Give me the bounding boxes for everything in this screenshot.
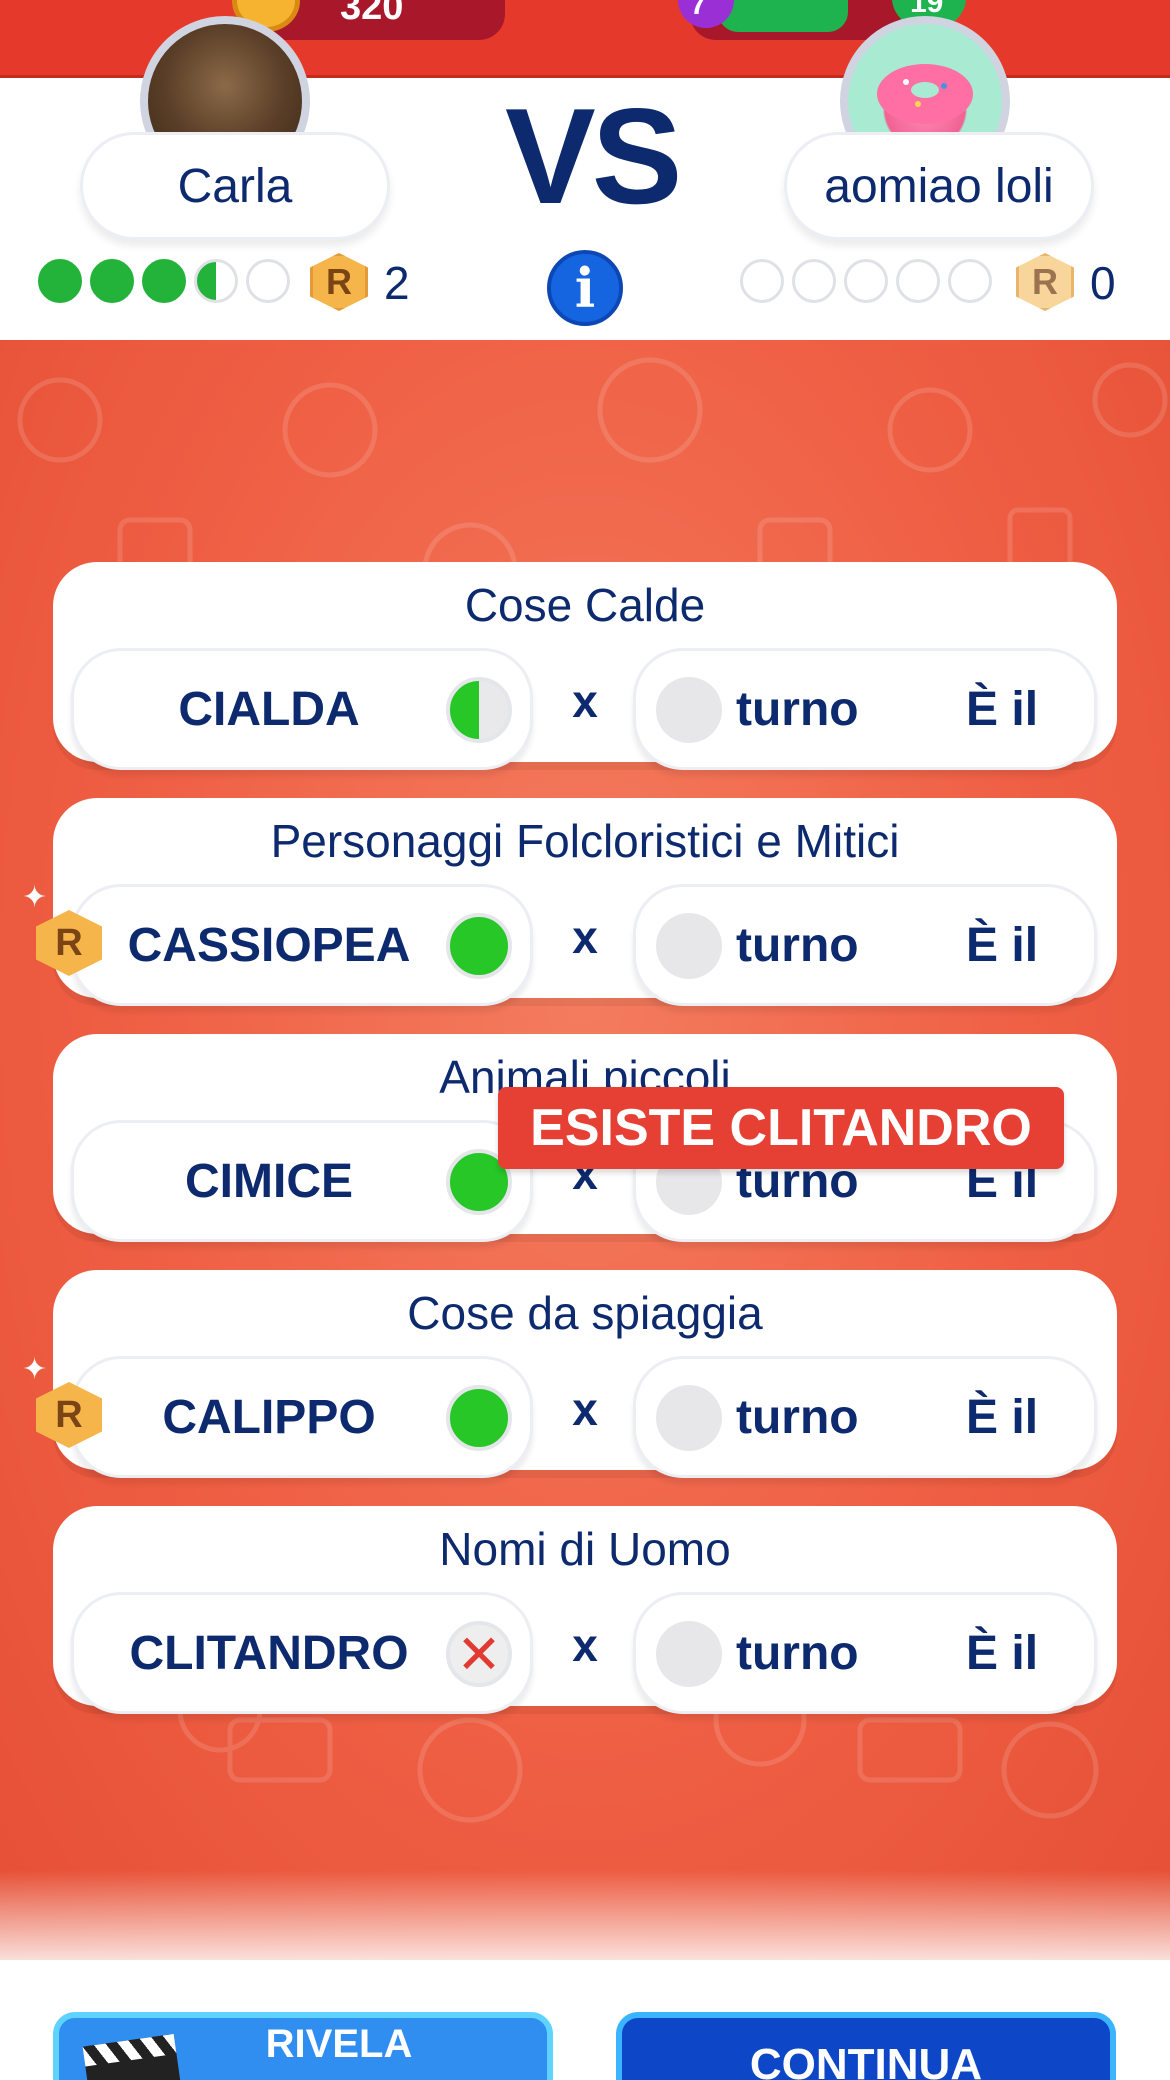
opponent-prefix-text: È il: [966, 1626, 1039, 1680]
powerup-small-value: 7: [690, 0, 707, 21]
progress-dot: [844, 259, 888, 303]
opponent-turn-text: turno: [736, 1626, 859, 1680]
opponent-prefix-text: È il: [966, 1390, 1039, 1444]
half-correct-icon: [446, 677, 512, 743]
progress-dot: [90, 259, 134, 303]
powerup-bar: [718, 0, 848, 32]
round-card: Cose Calde CIALDA x turno È il: [53, 562, 1117, 770]
category-title: Cose da spiaggia: [407, 1287, 763, 1339]
opponent-turn-text: turno: [736, 682, 859, 736]
answer-word: CIMICE: [185, 1154, 353, 1208]
round-card: Personaggi Folcloristici e Mitici CASSIO…: [53, 798, 1117, 1006]
versus-separator: x: [572, 911, 598, 963]
opponent-answer: turno È il: [633, 648, 1097, 770]
pending-icon: [656, 913, 722, 979]
opponent-prefix-text: È il: [966, 682, 1039, 736]
opponent-turn-text: turno: [736, 918, 859, 972]
progress-dot: [246, 259, 290, 303]
versus-separator: x: [572, 675, 598, 727]
answer-word: CALIPPO: [162, 1390, 376, 1444]
category-title: Cose Calde: [464, 579, 706, 631]
progress-dot: [740, 259, 784, 303]
opponent-answer: turno È il: [633, 1356, 1097, 1478]
reveal-button-label: RIVELA: [265, 2022, 413, 2066]
pending-icon: [656, 1385, 722, 1451]
sparkle-icon: ✦: [22, 1353, 48, 1386]
reveal-button[interactable]: RIVELA: [53, 2012, 553, 2080]
my-answer[interactable]: CASSIOPEA: [71, 884, 533, 1006]
progress-dot: [792, 259, 836, 303]
progress-dot: [142, 259, 186, 303]
answer-word: CIALDA: [178, 682, 360, 736]
continue-button-label: CONTINUA: [749, 2040, 983, 2080]
pending-icon: [656, 1621, 722, 1687]
vs-label: VS: [505, 80, 682, 232]
correct-icon: [446, 913, 512, 979]
wrong-icon: ✕: [446, 1621, 512, 1687]
answer-word: CLITANDRO: [129, 1626, 409, 1680]
category-title: Nomi di Uomo: [439, 1523, 731, 1575]
progress-dot: [194, 259, 238, 303]
info-button[interactable]: i: [547, 250, 623, 326]
r-bonus-icon: R: [310, 253, 368, 311]
player-right-name: aomiao loli: [784, 132, 1094, 240]
my-answer[interactable]: CALIPPO: [71, 1356, 533, 1478]
opponent-answer: turno È il: [633, 1592, 1097, 1714]
opponent-answer: turno È il: [633, 884, 1097, 1006]
answer-word: CASSIOPEA: [127, 918, 411, 972]
progress-dot: [896, 259, 940, 303]
correct-icon: [446, 1385, 512, 1451]
versus-separator: x: [572, 1619, 598, 1671]
my-answer[interactable]: CIMICE: [71, 1120, 533, 1242]
progress-dot: [38, 259, 82, 303]
player-right-score: 0: [1090, 257, 1116, 309]
sparkle-icon: ✦: [22, 881, 48, 914]
continue-button[interactable]: CONTINUA: [616, 2012, 1116, 2080]
round-card: Nomi di Uomo CLITANDRO ✕ x turno È il: [53, 1506, 1117, 1714]
coin-value: 320: [340, 0, 404, 28]
pending-icon: [656, 677, 722, 743]
opponent-prefix-text: È il: [966, 918, 1039, 972]
player-left-name: Carla: [80, 132, 390, 240]
feedback-toast: ESISTE CLITANDRO: [498, 1087, 1064, 1169]
bottom-actions: RIVELA CONTINUA: [0, 1960, 1170, 2080]
category-title: Personaggi Folcloristici e Mitici: [270, 815, 900, 867]
match-header: Carla aomiao loli VS R 2 i R 0: [0, 16, 1170, 340]
my-answer[interactable]: CLITANDRO ✕: [71, 1592, 533, 1714]
opponent-turn-text: turno: [736, 1390, 859, 1444]
player-left-score: 2: [384, 257, 410, 309]
versus-separator: x: [572, 1383, 598, 1435]
clapperboard-icon: [82, 2033, 184, 2080]
progress-dot: [948, 259, 992, 303]
player-left-progress: [38, 259, 290, 303]
r-bonus-icon: R: [1016, 253, 1074, 311]
player-right-progress: [740, 259, 992, 303]
my-answer[interactable]: CIALDA: [71, 648, 533, 770]
round-card: Cose da spiaggia CALIPPO x turno È il: [53, 1270, 1117, 1478]
